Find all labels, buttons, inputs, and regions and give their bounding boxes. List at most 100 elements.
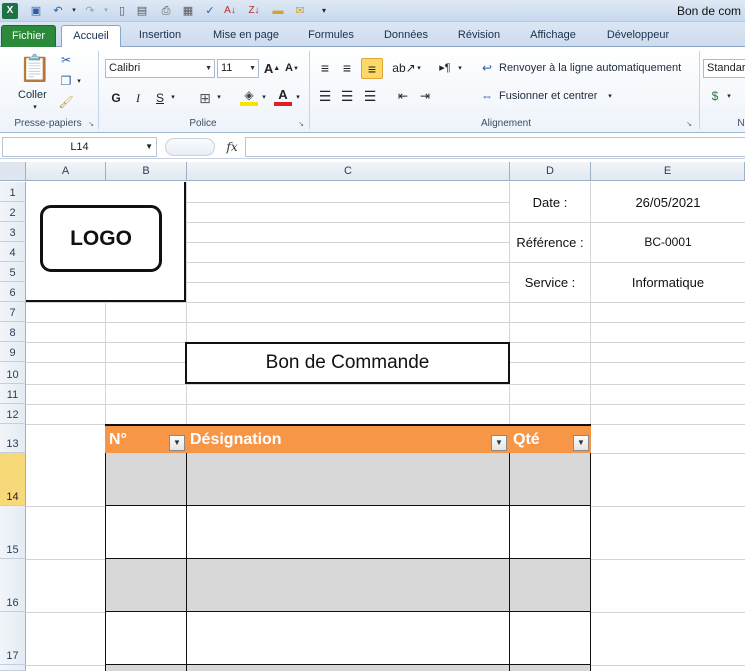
font-size-combo[interactable]: 11 ▼ <box>217 59 259 78</box>
alignment-launcher-icon[interactable]: ↘ <box>684 119 694 129</box>
column-header-a[interactable]: A <box>26 162 106 181</box>
orientation-icon[interactable]: ab↗ <box>392 59 415 77</box>
print-preview-icon[interactable]: ▦ <box>180 3 196 19</box>
new-icon[interactable]: ▯ <box>114 3 130 19</box>
font-color-dropdown-icon[interactable]: ▾ <box>293 89 303 106</box>
fill-color-icon[interactable]: ◈ <box>240 87 258 106</box>
reference-value[interactable]: BC-0001 <box>591 232 745 252</box>
table-cell[interactable] <box>187 612 510 665</box>
table-cell[interactable] <box>105 612 187 665</box>
currency-icon[interactable]: $ <box>706 87 724 105</box>
paragraph-dropdown-icon[interactable]: ▾ <box>455 59 465 77</box>
row-header[interactable]: 13 <box>0 424 26 453</box>
table-cell[interactable] <box>510 506 591 559</box>
table-cell[interactable] <box>105 453 187 506</box>
insert-function-button[interactable]: fx <box>222 138 242 156</box>
fill-dropdown-icon[interactable]: ▾ <box>259 89 269 106</box>
table-cell[interactable] <box>510 453 591 506</box>
table-cell[interactable] <box>105 559 187 612</box>
open-icon[interactable]: ▤ <box>134 3 150 19</box>
row-header[interactable]: 7 <box>0 302 26 322</box>
formula-input[interactable] <box>245 137 745 157</box>
row-header-selected[interactable]: 14 <box>0 453 26 506</box>
underline-dropdown-icon[interactable]: ▾ <box>168 89 178 106</box>
orientation-dropdown-icon[interactable]: ▾ <box>414 59 424 77</box>
customize-icon[interactable]: ▾ <box>316 3 332 19</box>
tab-developpeur[interactable]: Développeur <box>598 25 678 47</box>
align-bottom-icon[interactable]: ≡ <box>361 58 383 79</box>
align-middle-icon[interactable]: ≡ <box>338 59 356 77</box>
row-header[interactable]: 16 <box>0 559 26 612</box>
tab-insertion[interactable]: Insertion <box>128 25 192 47</box>
merge-dropdown-icon[interactable]: ▾ <box>605 90 615 103</box>
table-cell[interactable] <box>510 612 591 665</box>
table-cell[interactable] <box>105 506 187 559</box>
table-cell[interactable] <box>187 665 510 671</box>
table-cell[interactable] <box>105 665 187 671</box>
name-box[interactable]: L14 ▼ <box>2 137 157 157</box>
spellcheck-icon[interactable]: ✓ <box>202 3 218 19</box>
align-center-icon[interactable]: ☰ <box>338 87 356 105</box>
row-header[interactable]: 9 <box>0 342 26 362</box>
print-icon[interactable]: ⎙ <box>158 3 174 19</box>
redo-icon[interactable]: ↷ <box>82 3 98 19</box>
column-header-d[interactable]: D <box>510 162 591 181</box>
tab-fichier[interactable]: Fichier <box>1 25 56 47</box>
table-header-number[interactable]: N° ▼ <box>105 424 187 453</box>
save-icon[interactable]: ▣ <box>28 3 44 19</box>
undo-dropdown-icon[interactable]: ▾ <box>66 3 82 19</box>
row-header[interactable]: 1 <box>0 182 26 202</box>
paste-dropdown-icon[interactable]: ▾ <box>30 102 40 112</box>
select-all-corner[interactable] <box>0 162 26 181</box>
date-value[interactable]: 26/05/2021 <box>591 192 745 212</box>
paste-button[interactable]: Coller <box>18 89 47 101</box>
italic-button[interactable]: I <box>130 89 146 106</box>
row-header[interactable]: 3 <box>0 222 26 242</box>
wrap-text-icon[interactable]: ↩ <box>479 60 495 76</box>
column-header-e[interactable]: E <box>591 162 745 181</box>
row-header[interactable]: 10 <box>0 362 26 384</box>
folder-icon[interactable]: ▬ <box>270 3 286 19</box>
font-name-combo[interactable]: Calibri ▼ <box>105 59 215 78</box>
merge-center-icon[interactable]: ⇔ <box>479 88 495 104</box>
formula-bar-resize-handle[interactable] <box>165 138 215 156</box>
undo-icon[interactable]: ↶ <box>50 3 66 19</box>
grow-font-icon[interactable]: A ▲ <box>264 60 280 77</box>
underline-button[interactable]: S <box>152 89 168 106</box>
increase-indent-icon[interactable]: ⇥ <box>416 87 434 105</box>
copy-icon[interactable]: ❐ <box>58 73 74 89</box>
tab-accueil[interactable]: Accueil <box>61 25 121 48</box>
document-title[interactable]: Bon de Commande <box>185 342 510 384</box>
table-cell[interactable] <box>187 453 510 506</box>
format-painter-icon[interactable]: 🖌 <box>58 94 74 110</box>
tab-donnees[interactable]: Données <box>375 25 437 47</box>
table-cell[interactable] <box>187 506 510 559</box>
filter-dropdown-icon[interactable]: ▼ <box>573 435 589 451</box>
column-header-b[interactable]: B <box>106 162 187 181</box>
align-left-icon[interactable]: ☰ <box>316 87 334 105</box>
cut-icon[interactable]: ✂ <box>58 52 74 68</box>
decrease-indent-icon[interactable]: ⇤ <box>394 87 412 105</box>
clipboard-launcher-icon[interactable]: ↘ <box>86 119 96 129</box>
service-value[interactable]: Informatique <box>591 272 745 292</box>
tab-revision[interactable]: Révision <box>449 25 509 47</box>
sort-asc-icon[interactable]: A↓ <box>222 3 238 19</box>
filter-dropdown-icon[interactable]: ▼ <box>491 435 507 451</box>
number-format-combo[interactable]: Standar <box>703 59 745 78</box>
column-header-c[interactable]: C <box>187 162 510 181</box>
sort-desc-icon[interactable]: Z↓ <box>246 3 262 19</box>
redo-dropdown-icon[interactable]: ▾ <box>98 3 114 19</box>
paragraph-direction-icon[interactable]: ▸¶ <box>436 59 454 77</box>
paste-icon[interactable]: 📋 <box>19 51 51 85</box>
tab-affichage[interactable]: Affichage <box>520 25 586 47</box>
shrink-font-icon[interactable]: A ▼ <box>284 60 300 77</box>
chevron-down-icon[interactable]: ▼ <box>145 138 153 156</box>
table-cell[interactable] <box>187 559 510 612</box>
wrap-text-button[interactable]: Renvoyer à la ligne automatiquement <box>499 62 681 74</box>
borders-icon[interactable]: ⊞ <box>196 89 214 106</box>
table-header-designation[interactable]: Désignation ▼ <box>186 424 510 453</box>
table-header-quantity[interactable]: Qté ▼ <box>509 424 591 453</box>
merge-center-button[interactable]: Fusionner et centrer <box>499 90 597 102</box>
row-header[interactable]: 2 <box>0 202 26 222</box>
row-header[interactable]: 17 <box>0 612 26 665</box>
